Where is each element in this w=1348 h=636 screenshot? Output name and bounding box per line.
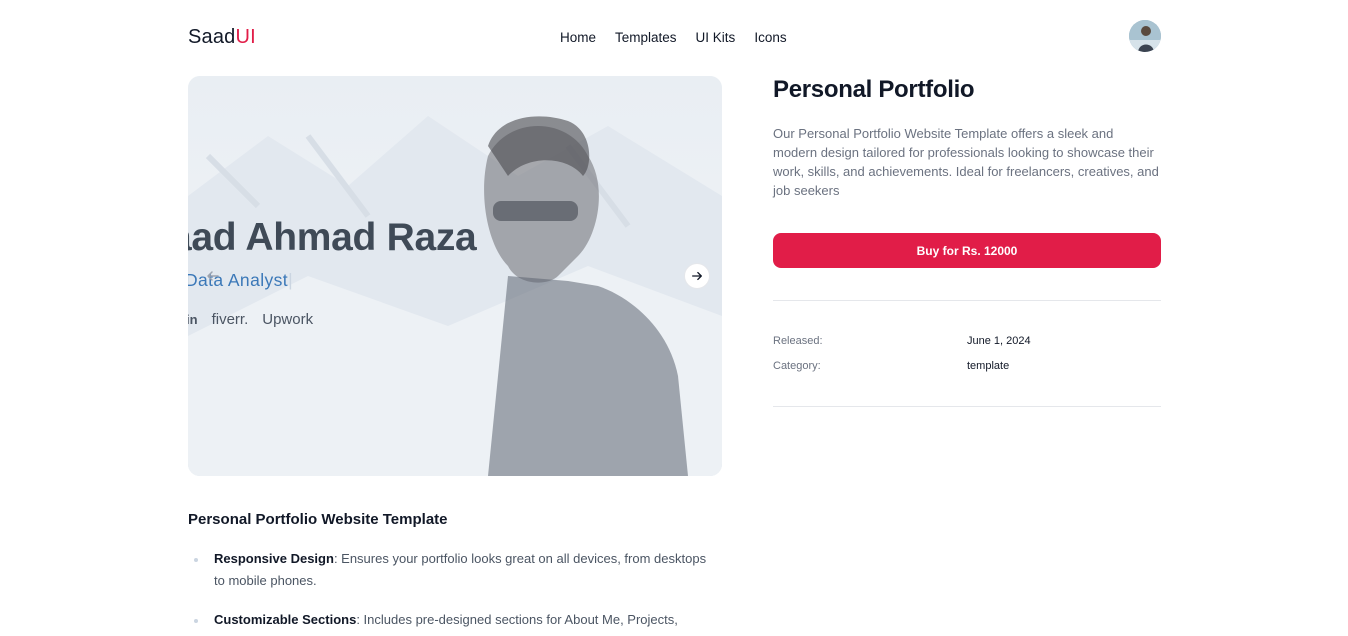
site-logo[interactable]: SaadUI: [188, 26, 256, 49]
hero-name: aad Ahmad Raza: [188, 216, 477, 259]
user-avatar[interactable]: [1129, 20, 1161, 52]
preview-carousel: aad Ahmad Raza Data Analyst| in fiverr. …: [188, 76, 722, 476]
fiverr-logo: fiverr.: [211, 311, 249, 328]
linkedin-icon: in: [188, 312, 198, 327]
hero-social-links: in fiverr. Upwork: [188, 311, 313, 328]
upwork-logo: Upwork: [262, 311, 314, 328]
bullet-icon: [194, 619, 198, 623]
feature-text: : Includes pre-designed sections for Abo…: [356, 612, 678, 627]
divider: [773, 300, 1161, 301]
nav-home[interactable]: Home: [560, 30, 596, 45]
feature-list: Responsive Design: Ensures your portfoli…: [188, 548, 708, 636]
arrow-right-icon: [692, 271, 702, 281]
main-nav: Home Templates UI Kits Icons: [560, 30, 787, 45]
product-description: Our Personal Portfolio Website Template …: [773, 126, 1159, 198]
site-header: SaadUI Home Templates UI Kits Icons: [188, 20, 1161, 54]
carousel-next-button[interactable]: [684, 263, 710, 289]
arrow-left-icon: [207, 271, 219, 281]
feature-title: Customizable Sections: [214, 612, 357, 627]
category-label: Category:: [773, 360, 821, 372]
avatar-image: [1129, 20, 1161, 52]
buy-button[interactable]: Buy for Rs. 12000: [773, 233, 1161, 268]
nav-icons[interactable]: Icons: [754, 30, 786, 45]
carousel-prev-button[interactable]: [200, 263, 226, 289]
nav-templates[interactable]: Templates: [615, 30, 677, 45]
released-value: June 1, 2024: [967, 335, 1031, 347]
nav-ui-kits[interactable]: UI Kits: [696, 30, 736, 45]
product-title: Personal Portfolio: [773, 76, 975, 103]
list-item: Responsive Design: Ensures your portfoli…: [188, 548, 708, 592]
details-title: Personal Portfolio Website Template: [188, 511, 448, 528]
logo-accent-text: UI: [235, 26, 256, 48]
bullet-icon: [194, 558, 198, 562]
category-value: template: [967, 360, 1010, 372]
released-label: Released:: [773, 335, 823, 347]
feature-title: Responsive Design: [214, 551, 334, 566]
list-item: Customizable Sections: Includes pre-desi…: [188, 609, 708, 631]
typing-cursor: |: [288, 270, 294, 290]
logo-main-text: Saad: [188, 26, 236, 48]
divider: [773, 406, 1161, 407]
